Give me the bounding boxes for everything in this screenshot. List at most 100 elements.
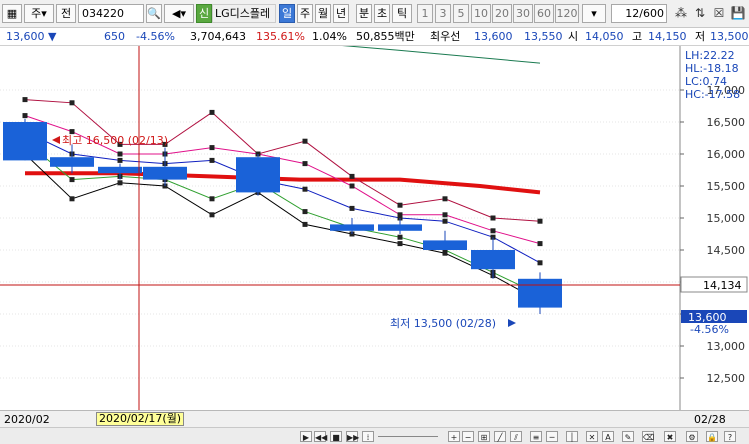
line-marker: [302, 161, 308, 167]
line-marker: [117, 157, 123, 163]
market-select[interactable]: 주▾: [24, 4, 54, 23]
tab-tick[interactable]: 틱: [392, 4, 412, 23]
line-marker: [22, 113, 28, 119]
new-badge[interactable]: 신: [196, 4, 212, 23]
tab-monthly[interactable]: 월: [315, 4, 331, 23]
line-marker: [117, 180, 123, 186]
delete-icon[interactable]: ✖: [664, 431, 676, 442]
cursor-date-tag: 2020/02/17(월): [96, 412, 185, 426]
grid-menu-icon[interactable]: ▦: [2, 4, 22, 23]
trendline-icon[interactable]: ╱: [494, 431, 506, 442]
price-chart[interactable]: 17,00016,50016,00015,50015,00014,50014,0…: [0, 35, 749, 410]
tab-minute[interactable]: 분: [356, 4, 372, 23]
tab-yearly[interactable]: 년: [333, 4, 349, 23]
chart-toolbar: ▦ 주▾ 전 034220 🔍 ◀▾ 신 LG디스플레 일 주 월 년 분 초 …: [0, 0, 749, 28]
indicator-icon[interactable]: ⁂: [673, 5, 689, 21]
hline-icon[interactable]: ─: [546, 431, 558, 442]
quote-bar: 13,600 ▼ 650 -4.56% 3,704,643 135.61% 1.…: [0, 28, 749, 46]
line-marker: [302, 221, 308, 227]
stock-code-input[interactable]: 034220: [78, 4, 144, 23]
price-chart-svg[interactable]: 17,00016,50016,00015,50015,00014,50014,0…: [0, 35, 749, 410]
line-marker: [397, 234, 403, 240]
high-annotation: 최고 16,500 (02/13): [52, 134, 168, 147]
line-marker: [349, 173, 355, 179]
cross-icon[interactable]: ✕: [586, 431, 598, 442]
forward-icon[interactable]: ▶▶: [346, 431, 359, 442]
count-input[interactable]: 12/600: [611, 4, 667, 23]
fit-icon[interactable]: ⊞: [478, 431, 490, 442]
zoom-slider[interactable]: [378, 436, 438, 437]
interval-1[interactable]: 1: [417, 4, 433, 23]
line-marker: [397, 212, 403, 218]
save-icon[interactable]: 💾: [730, 5, 746, 21]
indicator-hl: HL:-18.18: [685, 62, 739, 75]
eraser-icon[interactable]: ⌫: [642, 431, 654, 442]
line-marker: [22, 97, 28, 103]
chart-scrollbar[interactable]: ▶ ◀◀ ■ ▶▶ ⁞ + − ⊞ ╱ ⫽ ≡ ─ │ ✕ A ✎ ⌫ ✖ ⚙ …: [0, 427, 749, 444]
rewind-icon[interactable]: ◀◀: [314, 431, 327, 442]
prev-button[interactable]: 전: [56, 4, 76, 23]
tab-weekly[interactable]: 주: [297, 4, 313, 23]
tab-second[interactable]: 초: [374, 4, 390, 23]
y-tick-label: 16,000: [707, 148, 746, 161]
interval-20[interactable]: 20: [492, 4, 512, 23]
interval-5[interactable]: 5: [453, 4, 469, 23]
low-label: 저: [695, 30, 706, 43]
lock-icon[interactable]: 🔒: [706, 431, 718, 442]
line-marker: [442, 212, 448, 218]
svg-text:14,134: 14,134: [703, 279, 742, 292]
current-price: 13,600 ▼: [6, 30, 57, 43]
interval-30[interactable]: 30: [513, 4, 533, 23]
y-tick-label: 13,000: [707, 340, 746, 353]
config-icon[interactable]: ⚙: [686, 431, 698, 442]
scroll-right-icon[interactable]: ▶: [300, 431, 312, 442]
zoom-out-icon[interactable]: −: [462, 431, 474, 442]
search-icon[interactable]: 🔍: [146, 4, 162, 23]
svg-text:최고 16,500 (02/13): 최고 16,500 (02/13): [62, 134, 168, 147]
trade-amount: 50,855백만: [356, 30, 415, 43]
svg-text:최저 13,500 (02/28): 최저 13,500 (02/28): [390, 317, 496, 330]
pen-icon[interactable]: ✎: [622, 431, 634, 442]
interval-120[interactable]: 120: [555, 4, 579, 23]
help-icon[interactable]: ?: [724, 431, 736, 442]
channel-icon[interactable]: ⫽: [510, 431, 522, 442]
open-price: 14,050: [585, 30, 624, 43]
zoom-in-icon[interactable]: +: [448, 431, 460, 442]
candle-body: [98, 166, 142, 174]
stock-name: LG디스플레: [212, 4, 276, 23]
turnover: 1.04%: [312, 30, 347, 43]
line-marker: [69, 177, 75, 183]
interval-10[interactable]: 10: [471, 4, 491, 23]
line-marker: [302, 209, 308, 215]
line-marker: [537, 218, 543, 224]
candle-body: [378, 224, 422, 231]
scroll-handle-icon[interactable]: ⁞: [362, 431, 374, 442]
line-marker: [117, 151, 123, 157]
indicator-lc: LC:0.74: [685, 75, 727, 88]
checkbox-icon[interactable]: ☒: [711, 5, 727, 21]
line-marker: [397, 241, 403, 247]
interval-dropdown[interactable]: ▾: [582, 4, 606, 23]
line-marker: [69, 196, 75, 202]
best-label: 최우선: [430, 30, 461, 43]
interval-3[interactable]: 3: [435, 4, 451, 23]
low-price: 13,500: [710, 30, 749, 43]
line-marker: [442, 218, 448, 224]
line-marker: [69, 100, 75, 106]
line-marker: [490, 215, 496, 221]
line-marker: [302, 186, 308, 192]
y-tick-label: 15,000: [707, 212, 746, 225]
line-marker: [209, 157, 215, 163]
stop-icon[interactable]: ■: [330, 431, 342, 442]
tab-daily[interactable]: 일: [279, 4, 295, 23]
volume-ratio: 135.61%: [256, 30, 305, 43]
vline-icon[interactable]: │: [566, 431, 578, 442]
sound-icon[interactable]: ◀▾: [164, 4, 194, 23]
tool-icon[interactable]: ⇅: [692, 5, 708, 21]
text-icon[interactable]: A: [602, 431, 614, 442]
fib-icon[interactable]: ≡: [530, 431, 542, 442]
interval-60[interactable]: 60: [534, 4, 554, 23]
candle-body: [3, 122, 47, 161]
y-tick-label: 12,500: [707, 372, 746, 385]
candle-body: [50, 157, 94, 167]
